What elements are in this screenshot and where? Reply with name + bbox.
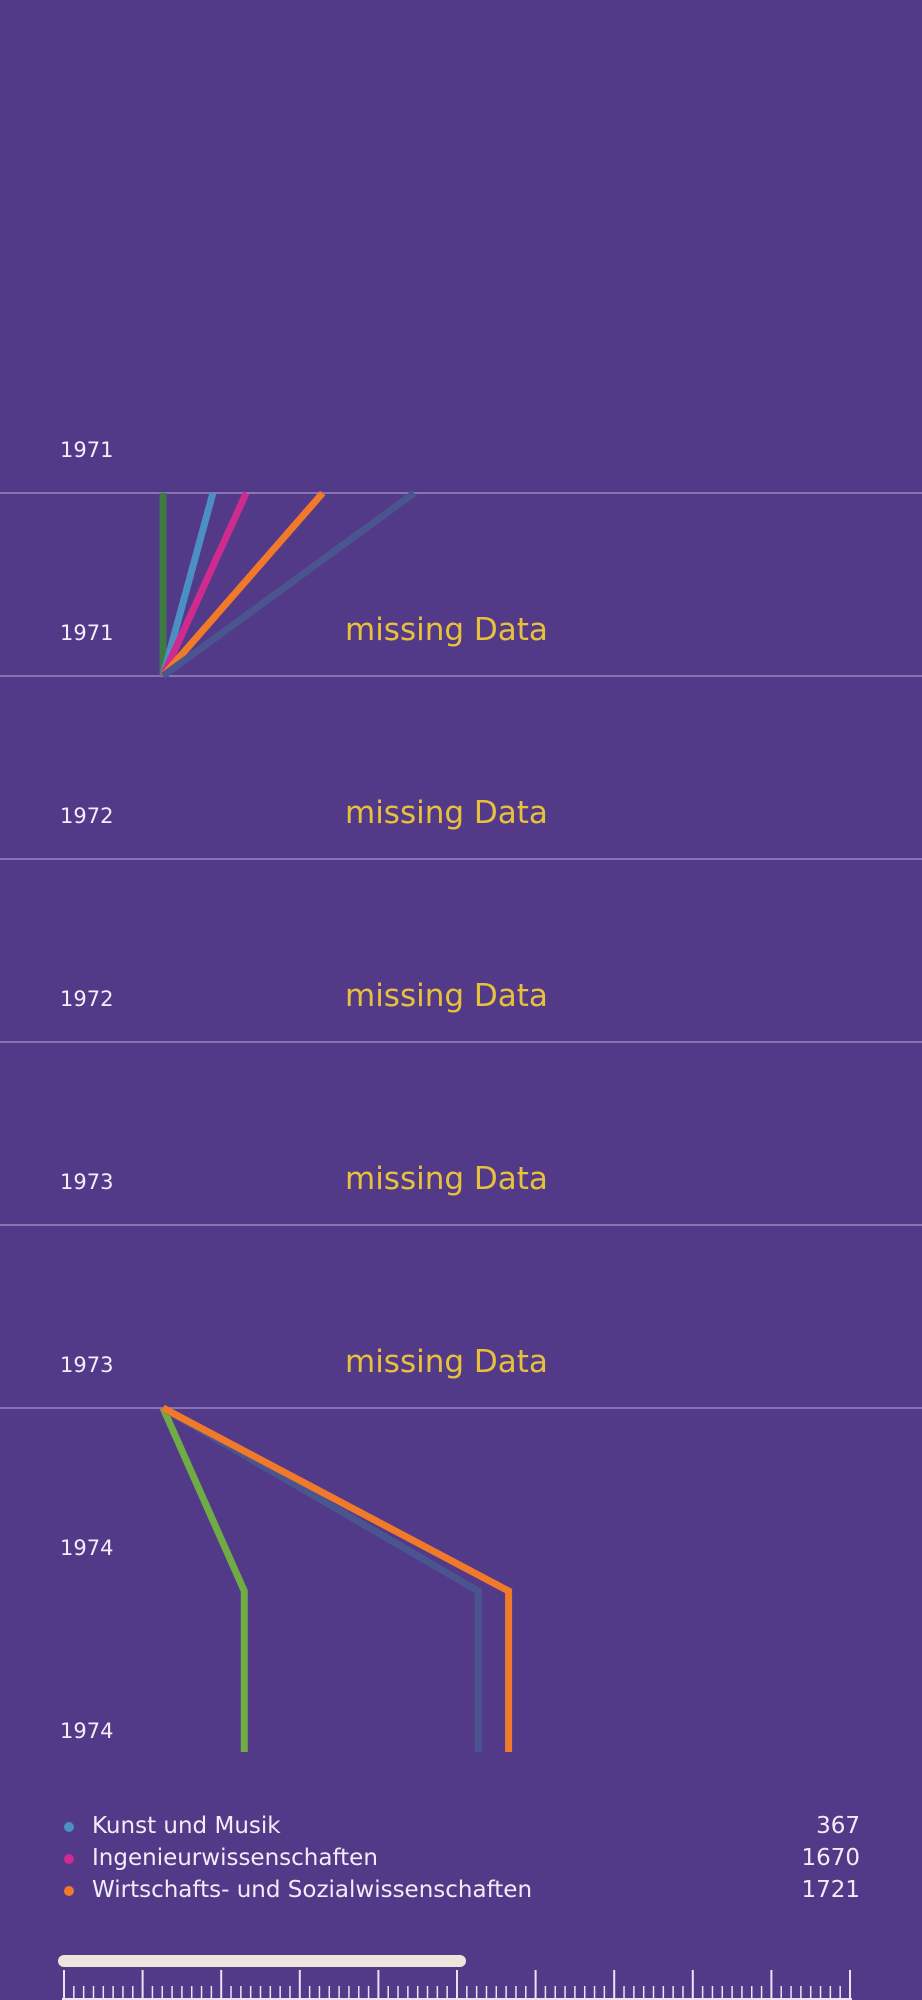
row-label: 1971 (60, 438, 114, 462)
legend-item: Ingenieurwissenschaften 1670 (60, 1844, 860, 1874)
row-label: 1974 (60, 1536, 114, 1560)
legend-dot-icon (64, 1854, 74, 1864)
timeline-ruler[interactable] (0, 1968, 922, 2000)
legend-dot-icon (64, 1822, 74, 1832)
missing-data-label: missing Data (345, 1161, 548, 1197)
row-label: 1973 (60, 1353, 114, 1377)
legend-label: Wirtschafts- und Sozialwissenschaften (92, 1877, 533, 1903)
missing-data-label: missing Data (345, 795, 548, 831)
legend-value: 367 (816, 1813, 860, 1839)
row-label: 1972 (60, 804, 114, 828)
legend-item: Kunst und Musik 367 (60, 1812, 860, 1842)
missing-data-label: missing Data (345, 978, 548, 1014)
series-lines (159, 490, 513, 1752)
missing-data-label: missing Data (345, 1344, 548, 1380)
row-label: 1974 (60, 1719, 114, 1743)
legend-label: Ingenieurwissenschaften (92, 1845, 378, 1871)
legend-label: Kunst und Musik (92, 1813, 281, 1839)
series-line (161, 1404, 482, 1752)
legend-item: Wirtschafts- und Sozialwissenschaften 172… (60, 1876, 860, 1906)
series-line (159, 1406, 248, 1752)
series-line (160, 490, 417, 679)
missing-data-label: missing Data (345, 612, 548, 648)
legend-value: 1721 (801, 1877, 860, 1903)
row-label: 1972 (60, 987, 114, 1011)
horizontal-scrollbar[interactable] (58, 1955, 466, 1967)
row-label: 1971 (60, 621, 114, 645)
legend-dot-icon (64, 1886, 74, 1896)
row-label: 1973 (60, 1170, 114, 1194)
legend-value: 1670 (801, 1845, 860, 1871)
